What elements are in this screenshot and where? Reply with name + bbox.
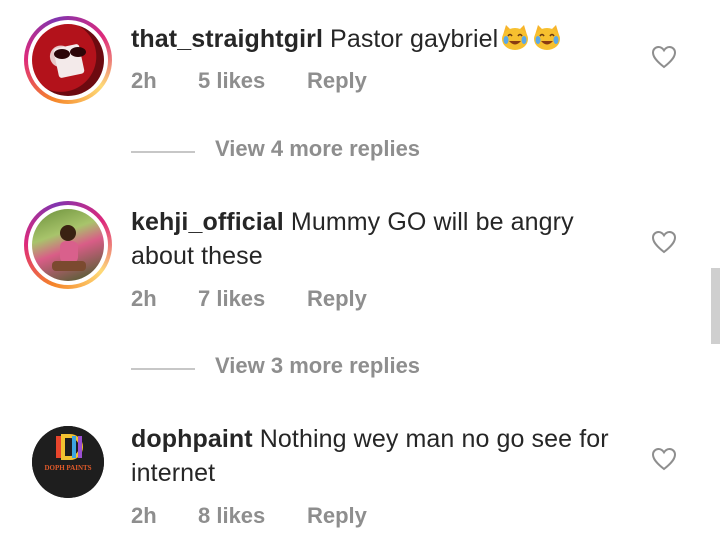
comment-text: Pastor gaybriel — [330, 25, 499, 53]
username[interactable]: dophpaint — [131, 425, 253, 453]
avatar[interactable] — [24, 16, 112, 104]
cat-tears-of-joy-icon — [534, 25, 561, 50]
comment-text-block: kehji_official Mummy GO will be angry ab… — [131, 205, 621, 273]
timestamp: 2h — [131, 503, 157, 528]
timestamp: 2h — [131, 68, 157, 93]
reply-button[interactable]: Reply — [307, 286, 367, 312]
likes-count[interactable]: 8 likes — [198, 503, 265, 529]
reply-button[interactable]: Reply — [307, 503, 367, 529]
heart-outline-icon[interactable] — [651, 447, 677, 471]
username[interactable]: kehji_official — [131, 208, 284, 236]
avatar-logo-text: DOPH PAINTS — [44, 464, 91, 472]
likes-count[interactable]: 5 likes — [198, 68, 265, 94]
view-more-replies[interactable]: View 4 more replies — [131, 136, 531, 166]
avatar[interactable] — [24, 201, 112, 289]
reply-button[interactable]: Reply — [307, 68, 367, 94]
view-more-replies-label[interactable]: View 4 more replies — [215, 136, 420, 162]
likes-count[interactable]: 7 likes — [198, 286, 265, 312]
heart-outline-icon[interactable] — [651, 230, 677, 254]
divider-line — [131, 151, 195, 153]
heart-outline-icon[interactable] — [651, 45, 677, 69]
comment-text-block: dophpaint Nothing wey man no go see for … — [131, 422, 621, 490]
cat-tears-of-joy-icon — [502, 25, 529, 50]
avatar[interactable]: DOPH PAINTS — [32, 426, 104, 498]
view-more-replies-label[interactable]: View 3 more replies — [215, 353, 420, 379]
username[interactable]: that_straightgirl — [131, 25, 323, 53]
scrollbar-thumb[interactable] — [711, 268, 720, 344]
divider-line — [131, 368, 195, 370]
doph-paints-logo: DOPH PAINTS — [32, 426, 104, 498]
avatar-image — [32, 24, 104, 96]
timestamp: 2h — [131, 286, 157, 311]
comment-text-block: that_straightgirl Pastor gaybriel — [131, 22, 621, 56]
view-more-replies[interactable]: View 3 more replies — [131, 353, 531, 383]
avatar-image — [32, 209, 104, 281]
